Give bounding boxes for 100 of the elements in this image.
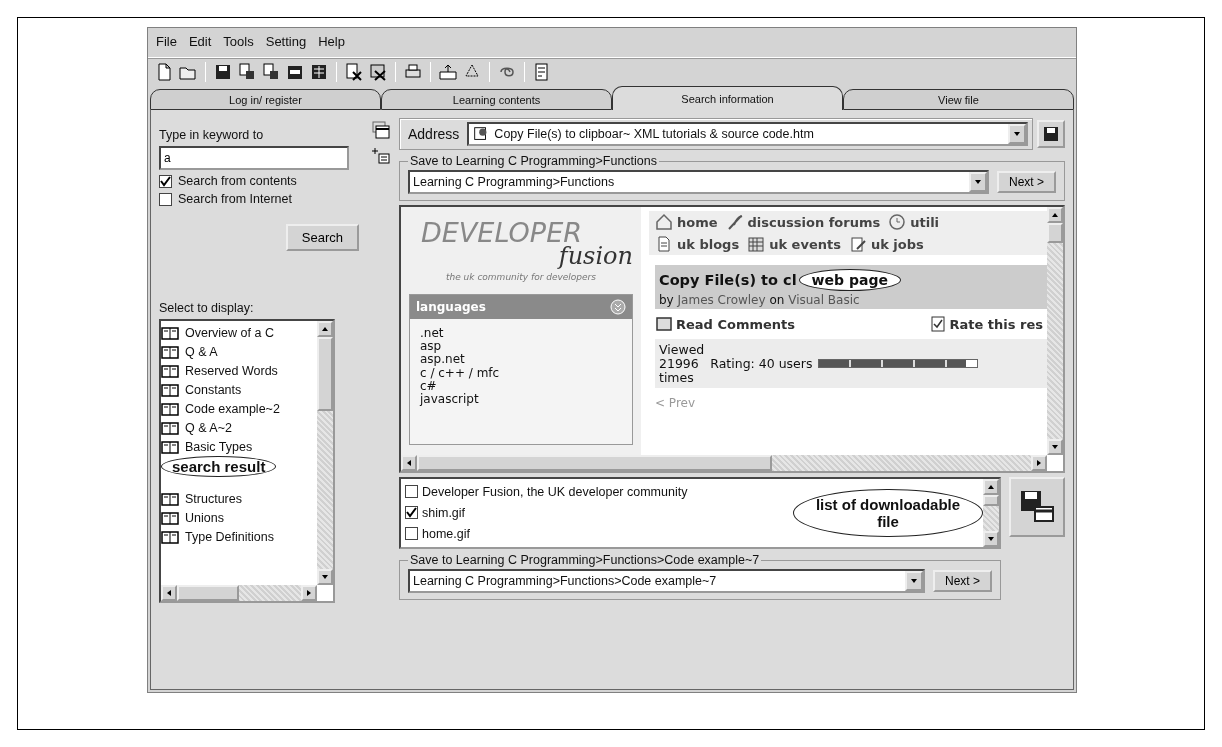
checkbox[interactable]	[405, 527, 418, 540]
tab[interactable]: Learning contents	[381, 89, 612, 110]
byline: by James Crowley on Visual Basic	[659, 293, 861, 308]
list-item[interactable]: Code example~2	[185, 401, 280, 416]
checkbox-label: Search from Internet	[178, 192, 292, 206]
language-link[interactable]: asp	[420, 340, 622, 354]
dropdown-button[interactable]	[905, 571, 923, 591]
next-button[interactable]: Next >	[997, 171, 1056, 193]
views-text: 21996	[659, 356, 700, 371]
home-icon	[655, 213, 673, 231]
caret-down-icon	[987, 535, 995, 543]
vertical-scrollbar[interactable]	[1047, 207, 1063, 455]
scroll-down-button[interactable]	[317, 569, 333, 585]
language-link[interactable]: c#	[420, 379, 622, 393]
scroll-thumb[interactable]	[983, 495, 999, 506]
calendar-icon	[747, 235, 766, 253]
arrow-left-icon	[165, 589, 173, 597]
checkbox[interactable]	[159, 174, 172, 188]
scroll-thumb[interactable]	[317, 337, 333, 411]
keyword-field[interactable]: a	[159, 146, 349, 170]
callout: search result	[161, 456, 277, 478]
language-link[interactable]: asp.net	[420, 353, 622, 367]
caret-up-icon	[987, 483, 995, 491]
list-item[interactable]: Q & A	[185, 344, 218, 359]
caret-down-icon	[321, 573, 329, 581]
rating-text: Rating: 40 users	[710, 356, 813, 372]
checkbox[interactable]	[159, 192, 172, 206]
nav-link[interactable]: uk blogs	[655, 235, 740, 253]
language-link[interactable]: c / c++ / mfc	[420, 366, 622, 380]
scroll-down-button[interactable]	[983, 531, 999, 547]
list-item[interactable]: Overview of a C	[185, 325, 274, 340]
scroll-thumb[interactable]	[417, 455, 773, 471]
caret-down-icon	[1013, 130, 1021, 138]
read-comments-link[interactable]: Read Comments	[655, 315, 796, 334]
nav-link[interactable]: uk events	[747, 235, 841, 253]
language-link[interactable]: javascript	[420, 392, 622, 407]
next-button[interactable]: Next >	[933, 570, 992, 592]
file-name: Developer Fusion, the UK developer community	[422, 484, 688, 499]
save-page-button[interactable]	[1037, 120, 1065, 148]
address-label: Address	[407, 126, 461, 142]
caret-up-icon	[1051, 211, 1059, 219]
tray-icon	[438, 62, 458, 82]
field-label: Type in keyword to	[159, 127, 265, 142]
tab[interactable]: Search information	[612, 86, 843, 110]
nav-link[interactable]: utili	[888, 213, 940, 231]
menu-item[interactable]: Tools	[219, 34, 258, 51]
arrow-left-icon	[405, 459, 413, 467]
menu-item[interactable]: Help	[314, 34, 349, 51]
scroll-thumb[interactable]	[177, 585, 240, 601]
scroll-up-button[interactable]	[317, 321, 333, 337]
list-item[interactable]: Q & A~2	[185, 420, 232, 435]
vertical-scrollbar[interactable]	[983, 479, 999, 547]
search-button[interactable]: Search	[285, 224, 359, 251]
chevron-circle-icon	[610, 299, 626, 315]
scroll-up-button[interactable]	[983, 479, 999, 495]
nav-link[interactable]: home	[655, 213, 718, 231]
group-legend: Save to Learning C Programming>Functions>Code example~7	[408, 553, 762, 567]
checkbox[interactable]	[405, 506, 418, 519]
folder-dropdown[interactable]: Learning C Programming>Functions	[408, 170, 989, 194]
category-link[interactable]: Visual Basic	[788, 293, 860, 308]
rate-link[interactable]: Rate this res	[928, 315, 1043, 334]
horizontal-scrollbar[interactable]	[401, 455, 1047, 471]
scroll-left-button[interactable]	[161, 585, 177, 601]
scroll-right-button[interactable]	[301, 585, 317, 601]
download-button[interactable]	[1009, 477, 1065, 537]
menu-item[interactable]: File	[152, 34, 181, 51]
tab[interactable]: Log in/ register	[150, 89, 381, 110]
group-legend: Save to Learning C Programming>Functions	[408, 154, 659, 168]
scroll-right-button[interactable]	[1031, 455, 1047, 471]
checkbox[interactable]	[405, 485, 418, 498]
dropdown-button[interactable]	[969, 172, 987, 192]
folder-dropdown[interactable]: Learning C Programming>Functions>Code example~7	[408, 569, 925, 593]
panel-title: languages	[416, 300, 486, 314]
checkbox-label: Search from contents	[178, 174, 297, 188]
list-item[interactable]: Reserved Words	[185, 363, 278, 378]
author-link[interactable]: James Crowley	[677, 293, 766, 308]
nav-link[interactable]: discussion forums	[725, 213, 881, 231]
callout: web page	[798, 269, 901, 292]
file-name: shim.gif	[422, 505, 466, 520]
scroll-left-button[interactable]	[401, 455, 417, 471]
dropdown-button[interactable]	[1008, 124, 1026, 144]
menu-item[interactable]: Edit	[184, 34, 216, 51]
list-item[interactable]: Structures	[185, 491, 242, 506]
arrow-right-icon	[305, 589, 313, 597]
list-item[interactable]: Basic Types	[185, 439, 253, 454]
scroll-up-button[interactable]	[1047, 207, 1063, 223]
scroll-down-button[interactable]	[1047, 439, 1063, 455]
tab[interactable]: View file	[843, 89, 1074, 110]
document-cross-icon	[344, 62, 364, 82]
horizontal-scrollbar[interactable]	[161, 585, 317, 601]
language-link[interactable]: .net	[420, 327, 622, 341]
scroll-thumb[interactable]	[1047, 223, 1063, 243]
nav-link[interactable]: uk jobs	[848, 235, 924, 253]
address-field[interactable]: Copy File(s) to clipboar~ XML tutorials & source code.htm	[467, 122, 1028, 146]
vertical-scrollbar[interactable]	[317, 321, 333, 585]
list-item[interactable]: Unions	[185, 510, 224, 525]
list-item[interactable]: Type Definitions	[185, 529, 274, 544]
list-item[interactable]: Constants	[185, 382, 242, 397]
window-cross-icon	[368, 62, 388, 82]
menu-item[interactable]: Setting	[261, 34, 311, 51]
